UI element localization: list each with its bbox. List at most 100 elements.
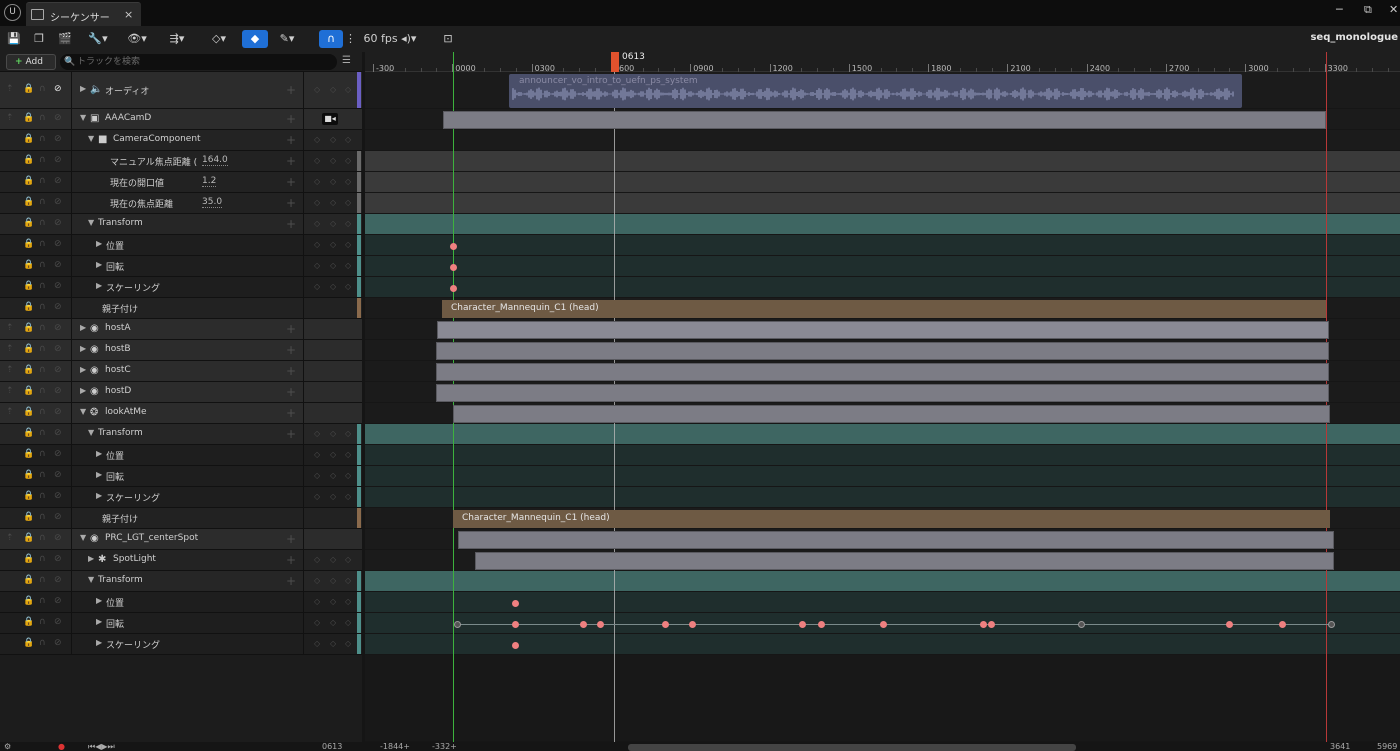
add-key-icon[interactable]: ◇ (330, 135, 336, 144)
timeline-row[interactable] (365, 235, 1400, 256)
add-key-icon[interactable]: ◇ (330, 618, 336, 627)
timeline-row[interactable] (365, 130, 1400, 151)
next-key-icon[interactable]: ◇ (345, 450, 351, 459)
fps-dropdown[interactable]: 60 fps ◂)▾ (362, 30, 418, 48)
keyframe[interactable] (1226, 620, 1233, 628)
add-key-icon[interactable]: ◇ (330, 555, 336, 564)
keyframe[interactable] (1078, 620, 1085, 628)
host-section[interactable] (436, 342, 1329, 360)
mute-icon[interactable]: ⊘ (54, 113, 62, 123)
prev-key-icon[interactable]: ◇ (314, 198, 320, 207)
solo-icon[interactable]: ∩ (39, 428, 46, 438)
mute-icon[interactable]: ⊘ (54, 470, 62, 480)
next-key-icon[interactable]: ◇ (345, 198, 351, 207)
playback-options-icon[interactable]: ⇶▾ (162, 30, 192, 48)
mute-icon[interactable]: ⊘ (54, 449, 62, 459)
lock-icon[interactable]: 🔒 (23, 84, 34, 94)
keyframe[interactable] (980, 620, 987, 628)
mute-icon[interactable]: ⊘ (54, 239, 62, 249)
expand-arrow-icon[interactable]: ▶ (80, 84, 86, 93)
next-key-icon[interactable]: ◇ (345, 282, 351, 291)
pin-icon[interactable]: ⇡ (6, 365, 14, 375)
timeline-row[interactable] (365, 466, 1400, 487)
next-key-icon[interactable]: ◇ (345, 597, 351, 606)
solo-icon[interactable]: ∩ (39, 407, 46, 417)
lock-icon[interactable]: 🔒 (23, 155, 34, 165)
snap-magnet-icon[interactable]: ∩ (319, 30, 343, 48)
pin-icon[interactable]: ⇡ (6, 407, 14, 417)
add-key-icon[interactable]: ◇ (330, 156, 336, 165)
track-search-input[interactable]: 🔍 トラックを検索 (60, 54, 337, 70)
track-row[interactable]: 🔒 ∩ ⊘ 現在の開口値 1.2 + ◇ ◇ ◇ (0, 172, 362, 193)
host-section[interactable] (436, 363, 1329, 381)
expand-arrow-icon[interactable]: ▶ (96, 596, 102, 605)
lock-icon[interactable]: 🔒 (23, 197, 34, 207)
lock-icon[interactable]: 🔒 (23, 344, 34, 354)
add-subtrack-icon[interactable]: + (286, 406, 296, 420)
lock-icon[interactable]: 🔒 (23, 260, 34, 270)
add-subtrack-icon[interactable]: + (286, 385, 296, 399)
solo-icon[interactable]: ∩ (39, 617, 46, 627)
attach-section[interactable]: Character_Mannequin_C1 (head) (442, 300, 1326, 318)
prev-key-icon[interactable]: ◇ (314, 471, 320, 480)
add-key-icon[interactable]: ◇ (330, 198, 336, 207)
mute-icon[interactable]: ⊘ (54, 176, 62, 186)
mute-icon[interactable]: ⊘ (54, 218, 62, 228)
prev-key-icon[interactable]: ◇ (314, 135, 320, 144)
render-movie-icon[interactable]: 🎬 (56, 30, 74, 48)
prev-key-icon[interactable]: ◇ (314, 429, 320, 438)
lock-icon[interactable]: 🔒 (23, 113, 34, 123)
solo-icon[interactable]: ∩ (39, 533, 46, 543)
solo-icon[interactable]: ∩ (39, 323, 46, 333)
keyframe[interactable] (1279, 620, 1286, 628)
solo-icon[interactable]: ∩ (39, 176, 46, 186)
lock-icon[interactable]: 🔒 (23, 365, 34, 375)
next-key-icon[interactable]: ◇ (345, 492, 351, 501)
add-key-icon[interactable]: ◇ (330, 450, 336, 459)
track-row[interactable]: 🔒 ∩ ⊘ 現在の焦点距離 35.0 + ◇ ◇ ◇ (0, 193, 362, 214)
next-key-icon[interactable]: ◇ (345, 156, 351, 165)
camera-lock-button[interactable]: ■◂ (322, 113, 338, 125)
add-subtrack-icon[interactable]: + (286, 175, 296, 189)
spotlight-component-section[interactable] (475, 552, 1334, 570)
add-subtrack-icon[interactable]: + (286, 196, 296, 210)
add-subtrack-icon[interactable]: + (286, 133, 296, 147)
next-key-icon[interactable]: ◇ (345, 177, 351, 186)
next-key-icon[interactable]: ◇ (345, 576, 351, 585)
lock-icon[interactable]: 🔒 (23, 512, 34, 522)
attach-section[interactable]: Character_Mannequin_C1 (head) (453, 510, 1330, 528)
auto-key-icon[interactable]: ◆ (242, 30, 268, 48)
solo-icon[interactable]: ∩ (39, 554, 46, 564)
next-key-icon[interactable]: ◇ (345, 135, 351, 144)
expand-arrow-icon[interactable]: ▶ (80, 344, 86, 353)
actions-menu-icon[interactable]: 🔧▾ (84, 30, 112, 48)
lock-icon[interactable]: 🔒 (23, 554, 34, 564)
playback-end-field[interactable]: 3641 (1330, 742, 1350, 751)
track-row[interactable]: 🔒 ∩ ⊘ ▶ 位置 ◇ ◇ ◇ (0, 592, 362, 613)
prev-key-icon[interactable]: ◇ (314, 219, 320, 228)
add-key-icon[interactable]: ◇ (330, 282, 336, 291)
timeline-scrollbar[interactable] (628, 744, 1076, 751)
collapse-arrow-icon[interactable]: ▼ (80, 407, 86, 416)
add-key-icon[interactable]: ◇ (330, 471, 336, 480)
track-row[interactable]: 🔒 ∩ ⊘ ▼ Transform + ◇ ◇ ◇ (0, 424, 362, 445)
view-start-field[interactable]: -1844+ (380, 742, 410, 751)
empty-timeline-area[interactable] (365, 655, 1400, 742)
mute-icon[interactable]: ⊘ (54, 365, 62, 375)
camera-actor-section[interactable] (443, 111, 1326, 129)
track-row[interactable]: ⇡ 🔒 ∩ ⊘ ▶ ◉ hostC + (0, 361, 362, 382)
next-key-icon[interactable]: ◇ (345, 429, 351, 438)
track-row[interactable]: 🔒 ∩ ⊘ ▼ Transform + ◇ ◇ ◇ (0, 571, 362, 592)
prev-key-icon[interactable]: ◇ (314, 450, 320, 459)
track-row[interactable]: 🔒 ∩ ⊘ ▼ ■ CameraComponent + ◇ ◇ ◇ (0, 130, 362, 151)
mute-icon[interactable]: ⊘ (54, 554, 62, 564)
expand-arrow-icon[interactable]: ▶ (96, 491, 102, 500)
expand-arrow-icon[interactable]: ▶ (96, 617, 102, 626)
add-key-icon[interactable]: ◇ (330, 240, 336, 249)
add-track-button[interactable]: + Add (6, 54, 56, 70)
curve-editor-icon[interactable]: ⊡ (440, 30, 456, 48)
track-row[interactable]: ⇡ 🔒 ∩ ⊘ ▶ ◉ hostD + (0, 382, 362, 403)
expand-arrow-icon[interactable]: ▶ (96, 638, 102, 647)
mute-icon[interactable]: ⊘ (54, 281, 62, 291)
prev-key-icon[interactable]: ◇ (314, 576, 320, 585)
